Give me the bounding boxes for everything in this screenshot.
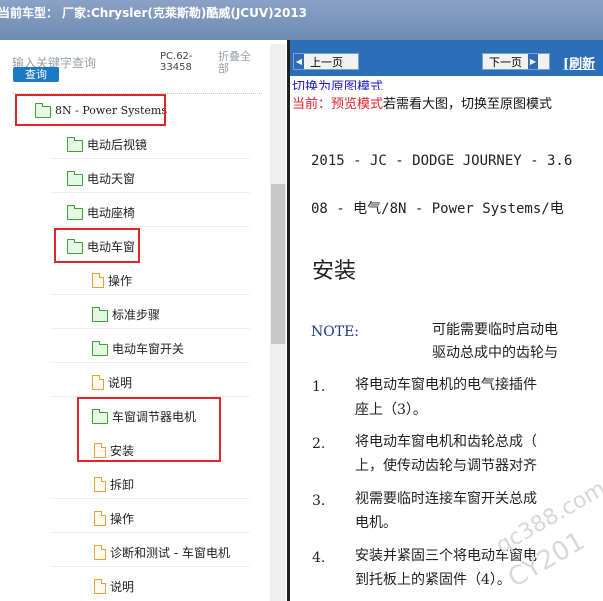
step-number: 1. — [312, 379, 326, 395]
step-text: 到托板上的紧固件（4）。 — [355, 572, 511, 588]
note-text-1: 可能需要临时启动电 — [432, 322, 558, 338]
tree-item-label: 说明 — [110, 579, 135, 594]
search-button[interactable]: 查询 — [13, 67, 59, 82]
step-number: 4. — [312, 550, 326, 566]
step-number: 2. — [312, 436, 326, 452]
scrollbar-thumb[interactable] — [271, 184, 285, 344]
right-panel: ◀ 上一页 下一页 ▶ [刷新 切换为原图模式 当前：预览模式若需看大图，切换至… — [290, 40, 603, 601]
refresh-link[interactable]: [刷新 — [563, 53, 595, 72]
prev-page-button[interactable]: ◀ 上一页 — [293, 53, 359, 70]
step-text: 电机。 — [355, 515, 397, 531]
prev-page-label: 上一页 — [310, 55, 343, 69]
document-icon — [94, 510, 106, 526]
tree-item-description-2[interactable]: 说明 — [94, 576, 134, 596]
mode-status: 当前：预览模式若需看大图，切换至原图模式 — [292, 93, 552, 112]
step-text: 上，使传动齿轮与调节器对齐 — [355, 458, 537, 474]
step-text: 将电动车窗电机和齿轮总成（ — [355, 434, 537, 450]
document-icon — [94, 544, 106, 560]
tree-item-label: 说明 — [108, 375, 133, 390]
step-text: 将电动车窗电机的电气接插件 — [355, 377, 537, 393]
tree-item-operation-2[interactable]: 操作 — [94, 508, 134, 528]
title-bar: 当前车型： 厂家:Chrysler(克莱斯勒)酷威(JCUV)2013 — [0, 0, 603, 40]
tree-item-removal[interactable]: 拆卸 — [94, 474, 134, 494]
highlight-box — [54, 228, 140, 263]
arrow-right-icon: ▶ — [528, 54, 538, 69]
folder-icon — [92, 340, 108, 356]
title-bar-text: 当前车型： 厂家:Chrysler(克莱斯勒)酷威(JCUV)2013 — [0, 6, 308, 20]
doc-heading: 安装 — [312, 259, 357, 284]
tree-item-sunroof[interactable]: 电动天窗 — [67, 168, 135, 188]
tree-item-label: 操作 — [108, 273, 133, 288]
folder-icon — [67, 204, 83, 220]
row-divider — [50, 566, 250, 567]
left-panel: 输入关键字查询 查询 PC.62-33458 折叠全部 8N - Power S… — [0, 40, 287, 601]
row-divider — [50, 362, 250, 363]
switch-original-link[interactable]: 切换为原图模式 — [292, 76, 383, 90]
highlight-box — [77, 397, 221, 462]
tree-item-label: 标准步骤 — [112, 307, 161, 322]
document-icon — [92, 374, 104, 390]
folder-icon — [67, 136, 83, 152]
row-divider — [50, 226, 250, 227]
row-divider — [50, 192, 250, 193]
row-divider — [50, 498, 250, 499]
folder-icon — [67, 170, 83, 186]
step-text: 座上（3）。 — [355, 402, 427, 418]
tree-item-description[interactable]: 说明 — [92, 372, 132, 392]
tree-item-label: 电动后视镜 — [87, 137, 148, 152]
note-label: NOTE: — [311, 324, 360, 340]
tree-item-power-seats[interactable]: 电动座椅 — [67, 202, 135, 222]
next-page-button[interactable]: 下一页 ▶ — [482, 53, 550, 70]
highlight-box — [15, 94, 166, 126]
tree-item-standard-procedures[interactable]: 标准步骤 — [92, 304, 160, 324]
mode-current: 当前：预览模式 — [292, 97, 384, 112]
pc-code: PC.62-33458 — [160, 51, 193, 73]
note-text-2: 驱动总成中的齿轮与 — [432, 345, 558, 361]
step-number: 3. — [312, 493, 326, 509]
row-divider — [50, 532, 250, 533]
collapse-all-button[interactable]: 折叠全部 — [218, 51, 260, 75]
tree-item-power-mirrors[interactable]: 电动后视镜 — [67, 134, 147, 154]
tree-item-diagnosis[interactable]: 诊断和测试 - 车窗电机 — [94, 542, 230, 562]
folder-icon — [92, 306, 108, 322]
step-text: 视需要临时连接车窗开关总成 — [355, 491, 537, 507]
next-page-label: 下一页 — [489, 55, 522, 69]
tree-item-label: 电动天窗 — [87, 171, 136, 186]
row-divider — [50, 294, 250, 295]
tree-item-window-switch[interactable]: 电动车窗开关 — [92, 338, 184, 358]
document-icon — [94, 578, 106, 594]
document-icon — [92, 272, 104, 288]
arrow-left-icon: ◀ — [294, 54, 304, 69]
tree-item-operation[interactable]: 操作 — [92, 270, 132, 290]
row-divider — [50, 328, 250, 329]
mode-hint: 若需看大图，切换至原图模式 — [383, 97, 553, 112]
document-icon — [94, 476, 106, 492]
tree-item-label: 电动座椅 — [87, 205, 136, 220]
doc-section-line: 08 - 电气/8N - Power Systems/电 — [311, 201, 564, 217]
tree-item-label: 拆卸 — [110, 477, 135, 492]
tree-item-label: 电动车窗开关 — [112, 341, 185, 356]
tree-item-label: 操作 — [110, 511, 135, 526]
left-scrollbar[interactable] — [270, 44, 286, 601]
doc-model-line: 2015 - JC - DODGE JOURNEY - 3.6 — [311, 153, 573, 169]
row-divider — [50, 158, 250, 159]
tree-item-label: 诊断和测试 - 车窗电机 — [110, 545, 230, 560]
